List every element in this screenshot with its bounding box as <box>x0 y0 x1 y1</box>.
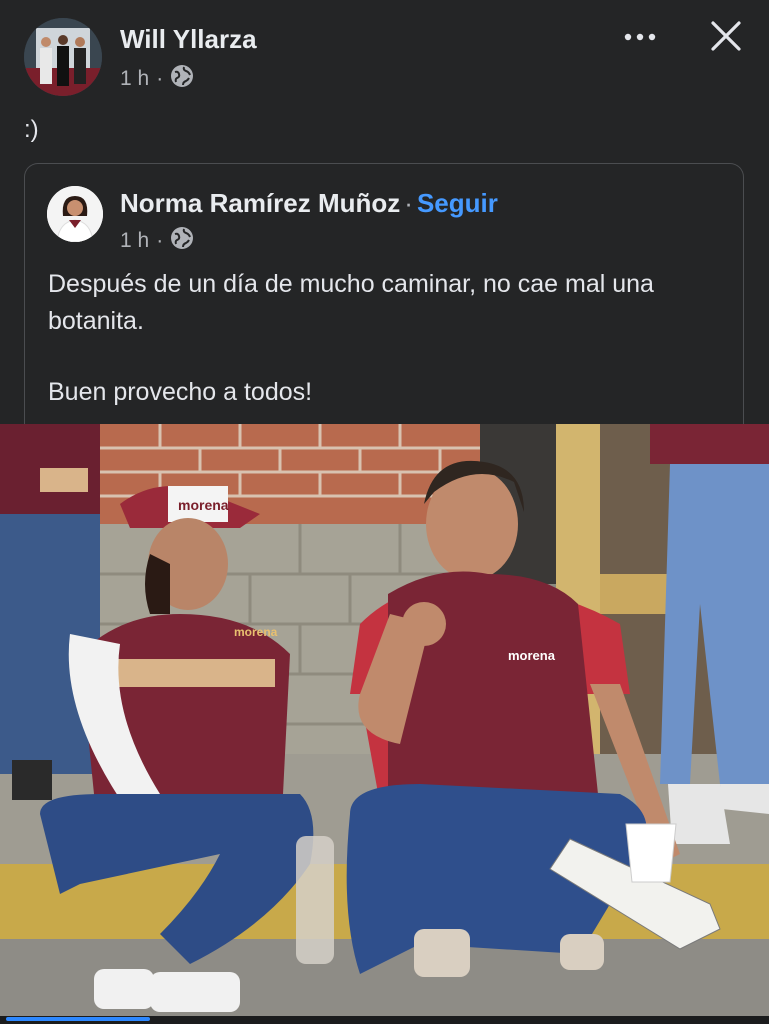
media-progress-bar <box>0 1016 769 1024</box>
shared-post-body: Después de un día de mucho caminar, no c… <box>48 266 728 411</box>
author-name[interactable]: Will Yllarza <box>120 24 257 55</box>
post-header: Will Yllarza 1 h · <box>0 0 769 110</box>
photo-cap-text: morena <box>178 497 229 513</box>
media-progress-fill <box>6 1017 150 1021</box>
photo-vest-text: morena <box>234 625 278 639</box>
name-separator: · <box>404 188 413 218</box>
post-photo[interactable]: morena morena morena <box>0 424 769 1016</box>
shared-post-card[interactable]: Norma Ramírez Muñoz · Seguir 1 h · Después… <box>24 163 744 454</box>
shared-post-time[interactable]: 1 h <box>120 229 149 253</box>
post-meta: 1 h · <box>120 64 194 94</box>
globe-icon <box>170 226 194 256</box>
post-time[interactable]: 1 h <box>120 67 149 91</box>
shared-post-meta: 1 h · <box>120 226 194 256</box>
follow-button[interactable]: Seguir <box>417 188 498 218</box>
shared-post-text-line: Después de un día de mucho caminar, no c… <box>48 270 654 335</box>
shared-author-line: Norma Ramírez Muñoz · Seguir <box>120 188 498 219</box>
meta-separator: · <box>156 67 164 90</box>
meta-separator: · <box>156 229 164 252</box>
close-button[interactable] <box>704 16 748 60</box>
globe-icon <box>170 64 194 94</box>
close-icon <box>710 20 742 57</box>
more-horizontal-icon <box>623 29 657 47</box>
shared-author-avatar[interactable] <box>47 186 103 242</box>
photo-vest-text: morena <box>508 648 556 663</box>
author-avatar[interactable] <box>24 18 102 96</box>
post-text: :) <box>24 116 39 143</box>
shared-post-text-line: Buen provecho a todos! <box>48 378 313 406</box>
shared-author-name[interactable]: Norma Ramírez Muñoz <box>120 188 400 218</box>
more-options-button[interactable] <box>620 20 660 56</box>
